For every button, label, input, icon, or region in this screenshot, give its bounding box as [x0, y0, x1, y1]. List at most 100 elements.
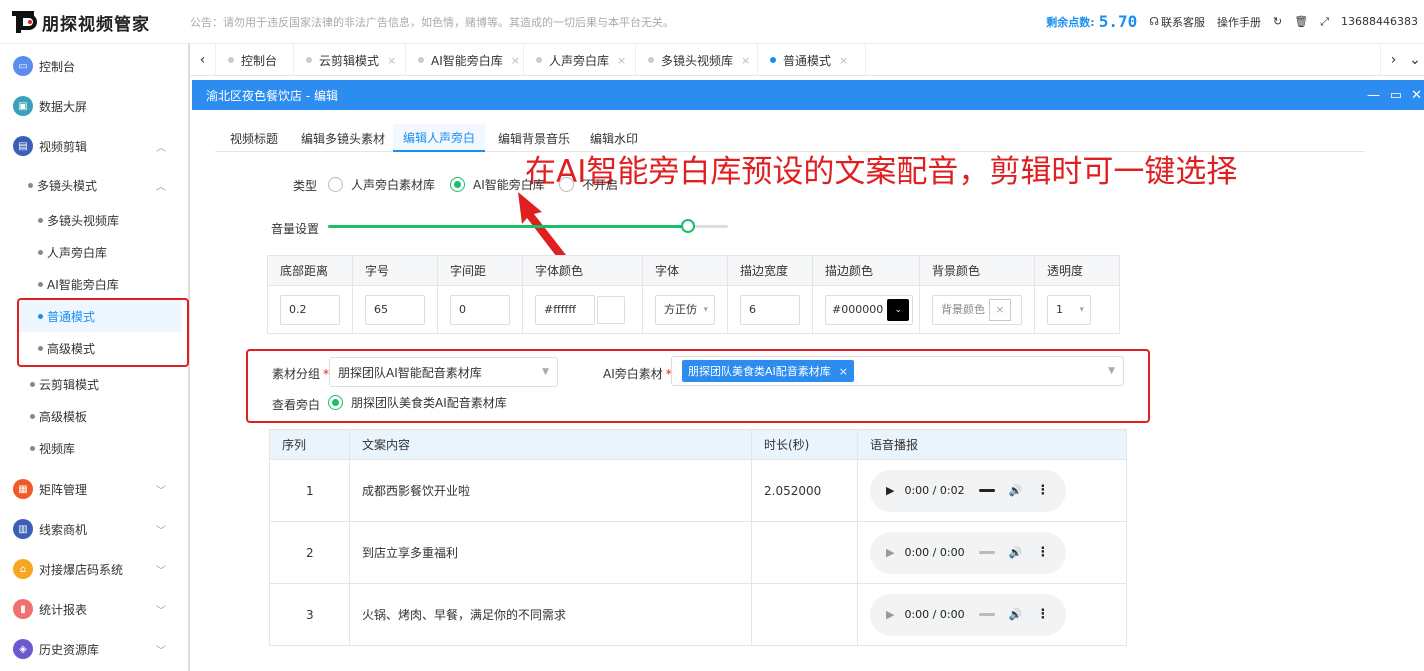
- sidebar-item-video-lib[interactable]: 视频库: [0, 432, 188, 464]
- sidebar-item-video-edit[interactable]: ▤ 视频剪辑 ︿: [0, 126, 188, 166]
- sidebar-item-leads[interactable]: ▥ 线索商机 ﹀: [0, 509, 188, 549]
- sidebar-item-console[interactable]: ▭ 控制台: [0, 46, 188, 86]
- close-icon[interactable]: ×: [387, 54, 396, 67]
- annotation-text: 在AI智能旁白库预设的文案配音，剪辑时可一键选择: [525, 154, 1238, 190]
- refresh-icon[interactable]: ↻: [1273, 15, 1282, 28]
- radio-ai-lib[interactable]: AI智能旁白库: [450, 176, 545, 193]
- sidebar-item-label: 统计报表: [39, 602, 88, 617]
- tab-voice-lib[interactable]: 人声旁白库 ×: [524, 44, 636, 76]
- radio-voice-lib[interactable]: 人声旁白素材库: [328, 176, 435, 193]
- bullet-icon: [38, 281, 43, 287]
- letter-spacing-input[interactable]: 0: [450, 294, 510, 325]
- audio-progress[interactable]: [978, 613, 995, 616]
- font-color-input[interactable]: #ffffff: [535, 294, 595, 325]
- chevron-down-icon: ▼: [1108, 366, 1115, 376]
- more-icon[interactable]: ⋮: [1036, 607, 1049, 622]
- screen-icon: ▣: [13, 96, 33, 116]
- volume-slider[interactable]: [328, 219, 728, 233]
- minimize-icon[interactable]: —: [1367, 80, 1380, 110]
- close-icon[interactable]: ✕: [1411, 80, 1422, 110]
- sidebar-item-dashboard[interactable]: ▣ 数据大屏: [0, 86, 188, 126]
- matrix-icon: ▦: [13, 479, 33, 499]
- audio-player[interactable]: ▶ 0:00 / 0:00 🔊 ⋮: [870, 531, 1066, 574]
- sidebar-item-history[interactable]: ◈ 历史资源库 ﹀: [0, 629, 188, 669]
- font-color-picker[interactable]: [597, 295, 625, 324]
- maximize-icon[interactable]: ▭: [1390, 80, 1402, 110]
- bg-color-input[interactable]: 背景颜色 ×: [932, 294, 1022, 325]
- audio-progress[interactable]: [978, 551, 995, 554]
- sidebar-item-ai-voice-lib[interactable]: AI智能旁白库: [0, 268, 188, 300]
- close-icon[interactable]: ×: [741, 54, 750, 67]
- tab-console[interactable]: 控制台: [216, 44, 294, 76]
- sidebar-item-reports[interactable]: ▮ 统计报表 ﹀: [0, 589, 188, 629]
- more-icon[interactable]: ⋮: [1036, 545, 1049, 560]
- trash-icon[interactable]: 🗑: [1294, 15, 1308, 28]
- chevron-left-icon[interactable]: ‹: [190, 44, 216, 76]
- sidebar-item-voice-lib[interactable]: 人声旁白库: [0, 236, 188, 268]
- row-duration: 2.052000: [751, 459, 858, 522]
- clear-icon[interactable]: ×: [989, 298, 1011, 321]
- stroke-color-input[interactable]: #000000 ⌄: [825, 294, 913, 325]
- close-icon[interactable]: ×: [617, 54, 626, 67]
- chevron-down-icon[interactable]: ⌄: [1406, 44, 1424, 76]
- bottom-distance-input[interactable]: 0.2: [280, 294, 340, 325]
- more-icon[interactable]: ⋮: [1036, 483, 1049, 498]
- tab-cloud-mode[interactable]: 云剪辑模式 ×: [294, 44, 406, 76]
- sidebar-item-cloud-mode[interactable]: 云剪辑模式: [0, 368, 188, 400]
- audio-time: 0:00 / 0:02: [904, 484, 965, 497]
- ai-material-select[interactable]: 朋探团队美食类AI配音素材库 × ▼: [671, 356, 1124, 386]
- audio-player[interactable]: ▶ 0:00 / 0:02 🔊 ⋮: [870, 469, 1066, 512]
- audio-progress[interactable]: [978, 489, 995, 492]
- sidebar-item-advanced-template[interactable]: 高级模板: [0, 400, 188, 432]
- subtab-video-title[interactable]: 视频标题: [219, 124, 289, 152]
- tab-ai-voice-lib[interactable]: AI智能旁白库 ×: [406, 44, 524, 76]
- audio-player[interactable]: ▶ 0:00 / 0:00 🔊 ⋮: [870, 593, 1066, 636]
- tab-normal-mode[interactable]: 普通模式 ×: [758, 44, 866, 76]
- font-size-input[interactable]: 65: [365, 294, 425, 325]
- manual-button[interactable]: 操作手册: [1217, 14, 1261, 30]
- play-icon[interactable]: ▶: [886, 608, 894, 621]
- font-select-value: 方正仿: [664, 302, 697, 316]
- radio-view-option[interactable]: 朋探团队美食类AI配音素材库: [328, 394, 507, 411]
- bullet-icon: [30, 381, 35, 387]
- play-icon[interactable]: ▶: [886, 546, 894, 559]
- col-header: 描边宽度: [727, 255, 813, 286]
- volume-icon[interactable]: 🔊: [1009, 546, 1023, 559]
- font-select[interactable]: 方正仿 ▾: [655, 294, 715, 325]
- headset-icon: ☊: [1149, 15, 1160, 28]
- close-icon[interactable]: ×: [511, 54, 520, 67]
- col-header: 底部距离: [267, 255, 353, 286]
- radio-off[interactable]: 不开启: [559, 176, 618, 193]
- chevron-right-icon[interactable]: ›: [1380, 44, 1406, 76]
- stroke-color-picker-icon[interactable]: ⌄: [887, 298, 910, 321]
- chevron-up-icon: ︿: [156, 181, 166, 193]
- subtab-voiceover[interactable]: 编辑人声旁白: [393, 124, 485, 152]
- stroke-width-input[interactable]: 6: [740, 294, 800, 325]
- top-bar: 朋探视频管家 公告：请勿用于违反国家法律的非法广告信息，如色情，赌博等。其造成的…: [0, 0, 1424, 44]
- audio-time: 0:00 / 0:00: [904, 546, 965, 559]
- sidebar-item-multi-mode[interactable]: 多镜头模式 ︿: [0, 169, 188, 201]
- col-header: 时长(秒): [751, 429, 858, 460]
- fullscreen-icon[interactable]: ⤢: [1320, 15, 1329, 29]
- close-icon[interactable]: ×: [839, 365, 848, 378]
- contact-service-button[interactable]: ☊ 联系客服: [1149, 14, 1205, 30]
- opacity-select[interactable]: 1 ▾: [1047, 294, 1091, 325]
- table-row: 2 到店立享多重福利 ▶ 0:00 / 0:00 🔊 ⋮: [269, 521, 1127, 584]
- contact-service-label: 联系客服: [1161, 15, 1206, 29]
- tab-multi-video-lib[interactable]: 多镜头视频库 ×: [636, 44, 758, 76]
- sidebar-item-matrix[interactable]: ▦ 矩阵管理 ﹀: [0, 469, 188, 509]
- volume-icon[interactable]: 🔊: [1009, 484, 1023, 497]
- subtab-multi-material[interactable]: 编辑多镜头素材: [295, 124, 391, 152]
- sidebar-item-store-code[interactable]: ⌂ 对接爆店码系统 ﹀: [0, 549, 188, 589]
- user-phone[interactable]: 13688446383: [1341, 15, 1418, 28]
- material-group-select[interactable]: 朋探团队AI智能配音素材库 ▼: [329, 357, 558, 387]
- volume-icon[interactable]: 🔊: [1009, 608, 1023, 621]
- notice-text: 公告：请勿用于违反国家法律的非法广告信息，如色情，赌博等。其造成的一切后果与本平…: [190, 16, 674, 29]
- tab-label: 云剪辑模式: [319, 53, 380, 68]
- voiceover-table: 序列 文案内容 时长(秒) 语音播报 1 成都西影餐饮开业啦 2.052000 …: [269, 429, 1127, 646]
- volume-handle[interactable]: [681, 219, 695, 233]
- close-icon[interactable]: ×: [839, 54, 848, 67]
- play-icon[interactable]: ▶: [886, 484, 894, 497]
- app-logo[interactable]: 朋探视频管家: [10, 8, 150, 36]
- sidebar-item-multi-video-lib[interactable]: 多镜头视频库: [0, 204, 188, 236]
